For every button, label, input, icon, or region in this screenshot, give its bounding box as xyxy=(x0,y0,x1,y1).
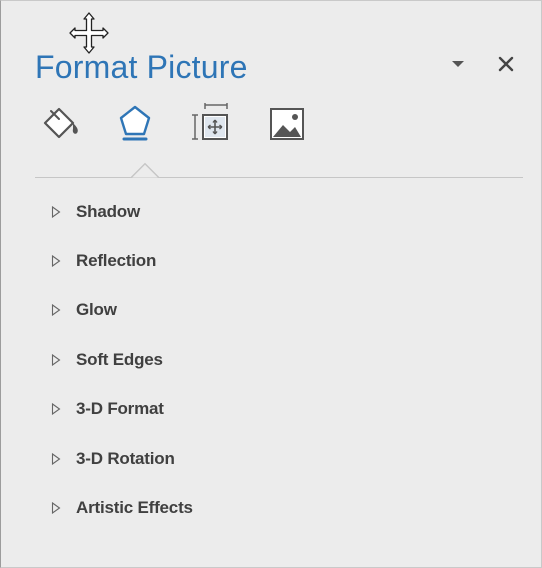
expand-arrow-icon xyxy=(49,254,63,268)
expand-arrow-icon xyxy=(49,205,63,219)
section-label: Artistic Effects xyxy=(76,498,193,518)
expand-arrow-icon xyxy=(49,353,63,367)
section-label: 3-D Rotation xyxy=(76,448,175,468)
section-label: 3-D Format xyxy=(76,399,164,419)
section-glow[interactable]: Glow xyxy=(49,286,519,335)
size-properties-icon xyxy=(192,103,228,140)
expand-arrow-icon xyxy=(49,303,63,317)
effects-pentagon-icon xyxy=(119,105,151,141)
section-shadow[interactable]: Shadow xyxy=(49,187,519,236)
tab-size-properties[interactable] xyxy=(189,101,233,145)
section-label: Reflection xyxy=(76,251,157,271)
section-soft-edges[interactable]: Soft Edges xyxy=(49,335,519,384)
section-label: Glow xyxy=(76,300,117,320)
expand-arrow-icon xyxy=(49,452,63,466)
section-3d-format[interactable]: 3-D Format xyxy=(49,385,519,434)
tab-picture[interactable] xyxy=(265,101,309,145)
expand-arrow-icon xyxy=(49,501,63,515)
section-artistic-effects[interactable]: Artistic Effects xyxy=(49,483,519,532)
close-icon xyxy=(498,56,514,72)
effects-section-list: Shadow Reflection Glow Soft Edges 3-D Fo… xyxy=(49,187,519,533)
task-pane-options-button[interactable] xyxy=(443,49,473,79)
section-3d-rotation[interactable]: 3-D Rotation xyxy=(49,434,519,483)
chevron-down-icon xyxy=(452,61,464,67)
pane-title: Format Picture xyxy=(35,49,248,85)
close-button[interactable] xyxy=(491,49,521,79)
section-reflection[interactable]: Reflection xyxy=(49,236,519,285)
notch-overlay xyxy=(131,163,159,178)
tab-divider xyxy=(35,177,523,178)
expand-arrow-icon xyxy=(49,402,63,416)
fill-line-icon xyxy=(43,107,78,139)
tab-effects[interactable] xyxy=(113,101,157,145)
section-label: Shadow xyxy=(76,201,140,221)
section-label: Soft Edges xyxy=(76,349,163,369)
picture-icon xyxy=(270,108,304,140)
format-picture-pane: Format Picture Shadow Reflection Glow So… xyxy=(0,0,542,568)
tab-fill-line[interactable] xyxy=(39,101,83,145)
